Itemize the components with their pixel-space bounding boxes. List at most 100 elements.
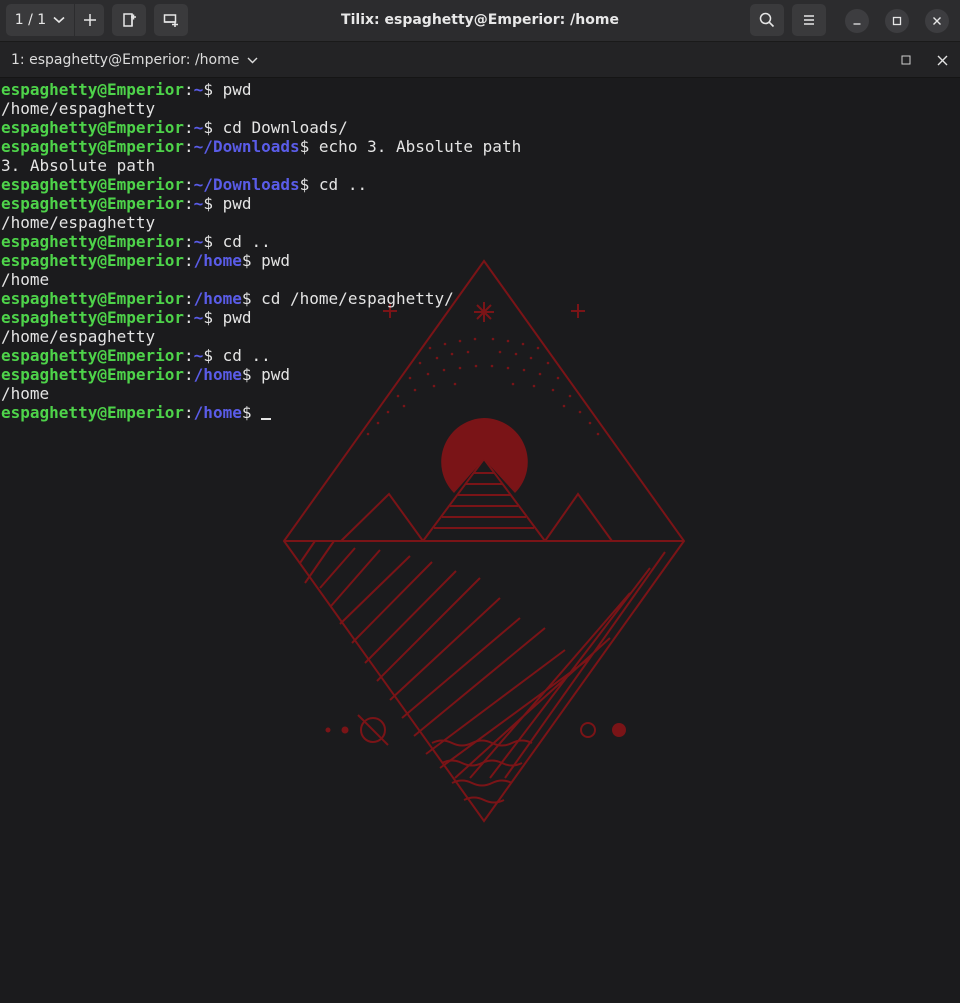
prompt-separator: : xyxy=(184,251,194,270)
command-text: cd .. xyxy=(309,175,368,194)
prompt-path: ~/Downloads xyxy=(193,137,300,156)
prompt-line: espaghetty@Emperior:~$ pwd xyxy=(1,80,521,99)
command-text xyxy=(251,403,261,422)
add-terminal-down-icon xyxy=(163,14,178,27)
prompt-path: ~/Downloads xyxy=(193,175,300,194)
add-terminal-right-icon xyxy=(123,13,136,27)
search-icon xyxy=(759,12,775,28)
add-terminal-right-button[interactable] xyxy=(112,4,146,36)
maximize-button[interactable] xyxy=(885,9,909,33)
prompt-separator: : xyxy=(184,194,194,213)
close-icon xyxy=(933,17,941,25)
maximize-icon xyxy=(892,16,902,26)
prompt-separator: : xyxy=(184,365,194,384)
plus-icon xyxy=(83,14,96,26)
command-text: echo 3. Absolute path xyxy=(309,137,522,156)
prompt-user-host: espaghetty@Emperior xyxy=(1,251,185,270)
menu-button[interactable] xyxy=(792,4,826,36)
prompt-path: /home xyxy=(193,289,242,308)
terminal-output: espaghetty@Emperior:~$ pwd/home/espaghet… xyxy=(1,80,521,422)
prompt-path: /home xyxy=(193,403,242,422)
output-line: /home xyxy=(1,270,521,289)
command-text: cd .. xyxy=(212,346,271,365)
prompt-dollar: $ xyxy=(203,194,213,213)
output-line: /home/espaghetty xyxy=(1,99,521,118)
prompt-path: ~ xyxy=(193,194,204,213)
terminal-title: 1: espaghetty@Emperior: /home xyxy=(11,52,240,68)
text-cursor xyxy=(261,403,272,420)
minimize-icon xyxy=(853,23,861,25)
minimize-button[interactable] xyxy=(845,9,869,33)
prompt-separator: : xyxy=(184,289,194,308)
terminal-view[interactable]: espaghetty@Emperior:~$ pwd/home/espaghet… xyxy=(0,78,960,1003)
prompt-line: espaghetty@Emperior:~/Downloads$ echo 3.… xyxy=(1,137,521,156)
prompt-line: espaghetty@Emperior:~/Downloads$ cd .. xyxy=(1,175,521,194)
prompt-path: /home xyxy=(193,251,242,270)
output-line: /home/espaghetty xyxy=(1,327,521,346)
output-text: 3. Absolute path xyxy=(1,156,156,175)
prompt-path: /home xyxy=(193,365,242,384)
prompt-separator: : xyxy=(184,403,194,422)
prompt-user-host: espaghetty@Emperior xyxy=(1,403,185,422)
maximize-terminal-button[interactable] xyxy=(899,53,913,67)
add-terminal-button[interactable] xyxy=(75,4,104,36)
output-text: /home xyxy=(1,270,50,289)
prompt-path: ~ xyxy=(193,308,204,327)
prompt-dollar: $ xyxy=(203,346,213,365)
prompt-user-host: espaghetty@Emperior xyxy=(1,308,185,327)
prompt-user-host: espaghetty@Emperior xyxy=(1,346,185,365)
prompt-separator: : xyxy=(184,346,194,365)
output-line: 3. Absolute path xyxy=(1,156,521,175)
output-line: /home xyxy=(1,384,521,403)
prompt-path: ~ xyxy=(193,346,204,365)
prompt-user-host: espaghetty@Emperior xyxy=(1,194,185,213)
prompt-user-host: espaghetty@Emperior xyxy=(1,289,185,308)
prompt-line: espaghetty@Emperior:/home$ pwd xyxy=(1,365,521,384)
search-button[interactable] xyxy=(750,4,784,36)
chevron-down-icon xyxy=(247,57,258,63)
prompt-separator: : xyxy=(184,80,194,99)
prompt-line: espaghetty@Emperior:/home$ cd /home/espa… xyxy=(1,289,521,308)
prompt-dollar: $ xyxy=(203,308,213,327)
close-icon xyxy=(937,55,947,65)
prompt-user-host: espaghetty@Emperior xyxy=(1,80,185,99)
hamburger-menu-icon xyxy=(804,15,814,25)
close-terminal-button[interactable] xyxy=(935,53,949,67)
terminal-header: 1: espaghetty@Emperior: /home xyxy=(0,42,960,78)
command-text: pwd xyxy=(212,80,252,99)
prompt-separator: : xyxy=(184,308,194,327)
prompt-user-host: espaghetty@Emperior xyxy=(1,137,185,156)
output-line: /home/espaghetty xyxy=(1,213,521,232)
prompt-line: espaghetty@Emperior:~$ cd .. xyxy=(1,346,521,365)
prompt-user-host: espaghetty@Emperior xyxy=(1,118,185,137)
close-window-button[interactable] xyxy=(925,9,949,33)
prompt-path: ~ xyxy=(193,80,204,99)
command-text: pwd xyxy=(251,251,291,270)
output-text: /home/espaghetty xyxy=(1,213,156,232)
prompt-separator: : xyxy=(184,232,194,251)
prompt-separator: : xyxy=(184,175,194,194)
prompt-line: espaghetty@Emperior:~$ cd Downloads/ xyxy=(1,118,521,137)
prompt-user-host: espaghetty@Emperior xyxy=(1,365,185,384)
session-label: 1 / 1 xyxy=(14,12,47,28)
prompt-line: espaghetty@Emperior:/home$ xyxy=(1,403,521,422)
command-text: cd .. xyxy=(212,232,271,251)
terminal-title-menu[interactable]: 1: espaghetty@Emperior: /home xyxy=(11,42,258,78)
prompt-separator: : xyxy=(184,118,194,137)
command-text: cd Downloads/ xyxy=(212,118,348,137)
session-selector[interactable]: 1 / 1 xyxy=(6,4,74,36)
command-text: cd /home/espaghetty/ xyxy=(251,289,454,308)
window-titlebar: 1 / 1 Tilix: espaghetty@Emperior: /home xyxy=(0,0,960,42)
command-text: pwd xyxy=(212,194,252,213)
prompt-line: espaghetty@Emperior:~$ cd .. xyxy=(1,232,521,251)
prompt-dollar: $ xyxy=(203,118,213,137)
output-text: /home/espaghetty xyxy=(1,327,156,346)
maximize-icon xyxy=(901,55,911,65)
prompt-line: espaghetty@Emperior:~$ pwd xyxy=(1,308,521,327)
output-text: /home/espaghetty xyxy=(1,99,156,118)
output-text: /home xyxy=(1,384,50,403)
prompt-path: ~ xyxy=(193,232,204,251)
command-text: pwd xyxy=(212,308,252,327)
add-terminal-down-button[interactable] xyxy=(154,4,188,36)
prompt-separator: : xyxy=(184,137,194,156)
